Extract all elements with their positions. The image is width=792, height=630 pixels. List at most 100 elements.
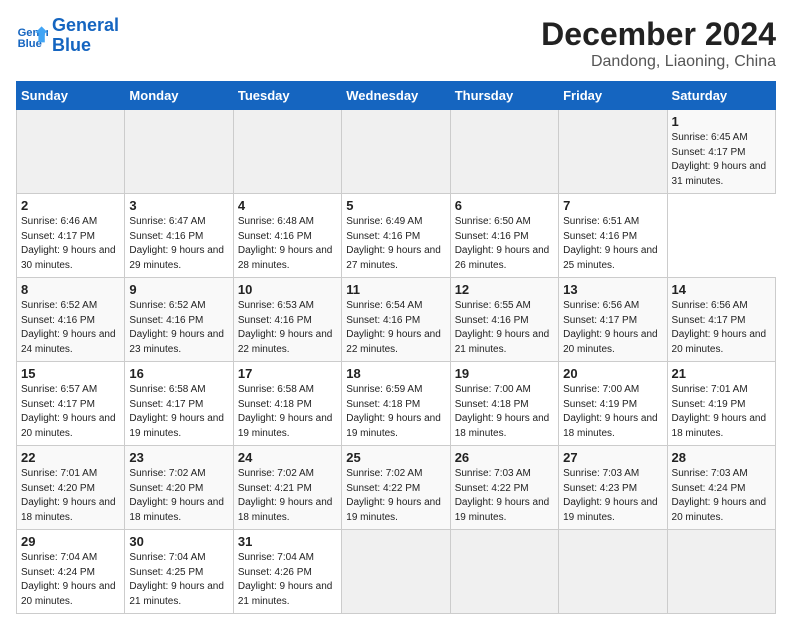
day-cell-13: 13 Sunrise: 6:56 AM Sunset: 4:17 PM Dayl… bbox=[559, 278, 667, 362]
daylight-text: Daylight: 9 hours and 18 minutes. bbox=[238, 497, 333, 523]
day-info: Sunrise: 6:51 AM Sunset: 4:16 PM Dayligh… bbox=[563, 215, 662, 273]
day-info: Sunrise: 7:01 AM Sunset: 4:19 PM Dayligh… bbox=[672, 383, 771, 441]
sunset-text: Sunset: 4:23 PM bbox=[563, 483, 637, 494]
day-info: Sunrise: 6:52 AM Sunset: 4:16 PM Dayligh… bbox=[21, 299, 120, 357]
day-info: Sunrise: 7:04 AM Sunset: 4:25 PM Dayligh… bbox=[129, 551, 228, 609]
day-number: 1 bbox=[672, 114, 771, 129]
sunrise-text: Sunrise: 7:02 AM bbox=[346, 468, 422, 479]
daylight-text: Daylight: 9 hours and 18 minutes. bbox=[21, 497, 116, 523]
day-cell-5: 5 Sunrise: 6:49 AM Sunset: 4:16 PM Dayli… bbox=[342, 194, 450, 278]
daylight-text: Daylight: 9 hours and 20 minutes. bbox=[672, 497, 767, 523]
day-number: 4 bbox=[238, 198, 337, 213]
daylight-text: Daylight: 9 hours and 19 minutes. bbox=[346, 497, 441, 523]
day-number: 6 bbox=[455, 198, 554, 213]
week-row-6: 29 Sunrise: 7:04 AM Sunset: 4:24 PM Dayl… bbox=[17, 530, 776, 614]
day-number: 30 bbox=[129, 534, 228, 549]
day-number: 29 bbox=[21, 534, 120, 549]
logo-icon: General Blue bbox=[16, 20, 48, 52]
sunrise-text: Sunrise: 6:53 AM bbox=[238, 300, 314, 311]
day-number: 8 bbox=[21, 282, 120, 297]
day-info: Sunrise: 7:02 AM Sunset: 4:20 PM Dayligh… bbox=[129, 467, 228, 525]
header-row: SundayMondayTuesdayWednesdayThursdayFrid… bbox=[17, 82, 776, 110]
empty-cell bbox=[125, 110, 233, 194]
sunrise-text: Sunrise: 6:45 AM bbox=[672, 132, 748, 143]
day-cell-17: 17 Sunrise: 6:58 AM Sunset: 4:18 PM Dayl… bbox=[233, 362, 341, 446]
daylight-text: Daylight: 9 hours and 20 minutes. bbox=[563, 329, 658, 355]
day-cell-3: 3 Sunrise: 6:47 AM Sunset: 4:16 PM Dayli… bbox=[125, 194, 233, 278]
day-cell-31: 31 Sunrise: 7:04 AM Sunset: 4:26 PM Dayl… bbox=[233, 530, 341, 614]
sunset-text: Sunset: 4:16 PM bbox=[563, 231, 637, 242]
sunrise-text: Sunrise: 6:59 AM bbox=[346, 384, 422, 395]
day-number: 9 bbox=[129, 282, 228, 297]
day-number: 25 bbox=[346, 450, 445, 465]
sunset-text: Sunset: 4:16 PM bbox=[129, 231, 203, 242]
daylight-text: Daylight: 9 hours and 24 minutes. bbox=[21, 329, 116, 355]
day-info: Sunrise: 6:48 AM Sunset: 4:16 PM Dayligh… bbox=[238, 215, 337, 273]
sunset-text: Sunset: 4:18 PM bbox=[346, 399, 420, 410]
daylight-text: Daylight: 9 hours and 27 minutes. bbox=[346, 245, 441, 271]
day-number: 16 bbox=[129, 366, 228, 381]
sunrise-text: Sunrise: 6:52 AM bbox=[129, 300, 205, 311]
sunrise-text: Sunrise: 7:03 AM bbox=[672, 468, 748, 479]
empty-cell bbox=[559, 110, 667, 194]
sunrise-text: Sunrise: 6:49 AM bbox=[346, 216, 422, 227]
day-info: Sunrise: 6:58 AM Sunset: 4:17 PM Dayligh… bbox=[129, 383, 228, 441]
header-cell-wednesday: Wednesday bbox=[342, 82, 450, 110]
daylight-text: Daylight: 9 hours and 19 minutes. bbox=[455, 497, 550, 523]
sunset-text: Sunset: 4:26 PM bbox=[238, 567, 312, 578]
sunset-text: Sunset: 4:16 PM bbox=[455, 231, 529, 242]
sunset-text: Sunset: 4:16 PM bbox=[455, 315, 529, 326]
sunset-text: Sunset: 4:22 PM bbox=[455, 483, 529, 494]
daylight-text: Daylight: 9 hours and 22 minutes. bbox=[238, 329, 333, 355]
empty-cell bbox=[667, 530, 775, 614]
day-info: Sunrise: 6:58 AM Sunset: 4:18 PM Dayligh… bbox=[238, 383, 337, 441]
daylight-text: Daylight: 9 hours and 19 minutes. bbox=[563, 497, 658, 523]
week-row-4: 15 Sunrise: 6:57 AM Sunset: 4:17 PM Dayl… bbox=[17, 362, 776, 446]
day-cell-30: 30 Sunrise: 7:04 AM Sunset: 4:25 PM Dayl… bbox=[125, 530, 233, 614]
sunrise-text: Sunrise: 6:55 AM bbox=[455, 300, 531, 311]
daylight-text: Daylight: 9 hours and 18 minutes. bbox=[563, 413, 658, 439]
day-cell-1: 1 Sunrise: 6:45 AM Sunset: 4:17 PM Dayli… bbox=[667, 110, 775, 194]
header-cell-monday: Monday bbox=[125, 82, 233, 110]
empty-cell bbox=[450, 530, 558, 614]
sunrise-text: Sunrise: 6:54 AM bbox=[346, 300, 422, 311]
sunrise-text: Sunrise: 6:46 AM bbox=[21, 216, 97, 227]
sunset-text: Sunset: 4:16 PM bbox=[21, 315, 95, 326]
day-number: 14 bbox=[672, 282, 771, 297]
header-cell-saturday: Saturday bbox=[667, 82, 775, 110]
sunset-text: Sunset: 4:16 PM bbox=[238, 231, 312, 242]
daylight-text: Daylight: 9 hours and 21 minutes. bbox=[129, 581, 224, 607]
day-cell-19: 19 Sunrise: 7:00 AM Sunset: 4:18 PM Dayl… bbox=[450, 362, 558, 446]
sunset-text: Sunset: 4:18 PM bbox=[238, 399, 312, 410]
sunrise-text: Sunrise: 7:00 AM bbox=[563, 384, 639, 395]
day-number: 20 bbox=[563, 366, 662, 381]
day-number: 18 bbox=[346, 366, 445, 381]
sunrise-text: Sunrise: 6:56 AM bbox=[672, 300, 748, 311]
sunrise-text: Sunrise: 6:57 AM bbox=[21, 384, 97, 395]
sunrise-text: Sunrise: 6:50 AM bbox=[455, 216, 531, 227]
sunset-text: Sunset: 4:22 PM bbox=[346, 483, 420, 494]
day-cell-18: 18 Sunrise: 6:59 AM Sunset: 4:18 PM Dayl… bbox=[342, 362, 450, 446]
day-cell-15: 15 Sunrise: 6:57 AM Sunset: 4:17 PM Dayl… bbox=[17, 362, 125, 446]
daylight-text: Daylight: 9 hours and 18 minutes. bbox=[129, 497, 224, 523]
sunset-text: Sunset: 4:19 PM bbox=[672, 399, 746, 410]
daylight-text: Daylight: 9 hours and 19 minutes. bbox=[346, 413, 441, 439]
day-number: 21 bbox=[672, 366, 771, 381]
sunrise-text: Sunrise: 6:48 AM bbox=[238, 216, 314, 227]
day-info: Sunrise: 7:00 AM Sunset: 4:19 PM Dayligh… bbox=[563, 383, 662, 441]
sunset-text: Sunset: 4:20 PM bbox=[129, 483, 203, 494]
day-number: 24 bbox=[238, 450, 337, 465]
day-number: 7 bbox=[563, 198, 662, 213]
sunrise-text: Sunrise: 7:01 AM bbox=[21, 468, 97, 479]
day-info: Sunrise: 7:03 AM Sunset: 4:22 PM Dayligh… bbox=[455, 467, 554, 525]
sunrise-text: Sunrise: 7:01 AM bbox=[672, 384, 748, 395]
sunset-text: Sunset: 4:16 PM bbox=[346, 315, 420, 326]
day-number: 12 bbox=[455, 282, 554, 297]
sunrise-text: Sunrise: 6:47 AM bbox=[129, 216, 205, 227]
header-cell-thursday: Thursday bbox=[450, 82, 558, 110]
sunrise-text: Sunrise: 7:04 AM bbox=[21, 552, 97, 563]
day-info: Sunrise: 7:00 AM Sunset: 4:18 PM Dayligh… bbox=[455, 383, 554, 441]
daylight-text: Daylight: 9 hours and 29 minutes. bbox=[129, 245, 224, 271]
day-number: 17 bbox=[238, 366, 337, 381]
day-cell-26: 26 Sunrise: 7:03 AM Sunset: 4:22 PM Dayl… bbox=[450, 446, 558, 530]
